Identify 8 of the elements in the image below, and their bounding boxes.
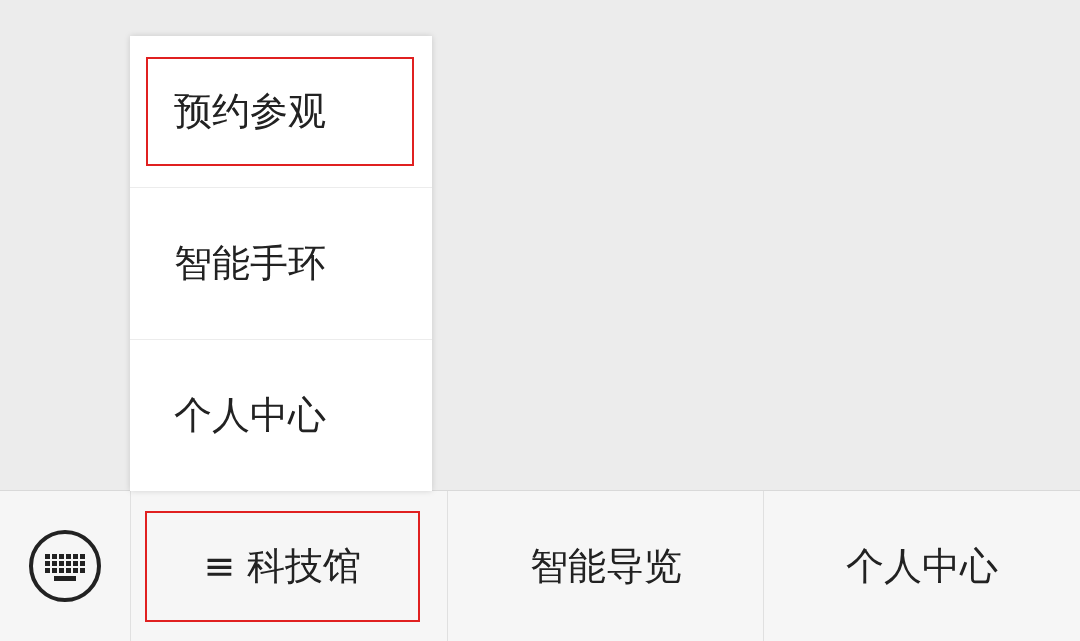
- menu-item[interactable]: 智能手环: [146, 209, 414, 318]
- menu-tab[interactable]: 个人中心: [834, 510, 1011, 622]
- menu-tab[interactable]: ≡ 科技馆: [145, 510, 420, 622]
- menu-tab[interactable]: 智能导览: [517, 510, 694, 622]
- menu-icon: ≡: [203, 544, 236, 588]
- menu-item[interactable]: 预约参观: [146, 57, 414, 166]
- menu-item[interactable]: 个人中心: [146, 361, 414, 470]
- keyboard-icon[interactable]: [28, 529, 102, 603]
